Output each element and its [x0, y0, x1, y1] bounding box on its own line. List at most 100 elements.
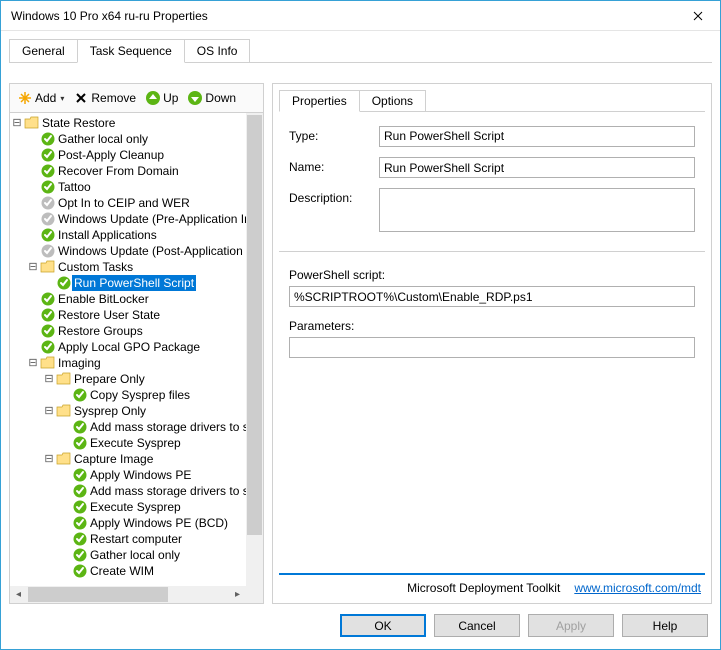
- status-icon: [40, 147, 56, 163]
- type-label: Type:: [289, 126, 379, 143]
- status-icon: [40, 323, 56, 339]
- subtab-options[interactable]: Options: [359, 90, 426, 112]
- status-icon: [40, 131, 56, 147]
- apply-button: Apply: [528, 614, 614, 637]
- tree-row[interactable]: Run PowerShell Script: [10, 275, 263, 291]
- tab-general[interactable]: General: [9, 39, 78, 63]
- tree-row[interactable]: Add mass storage drivers to sysprep: [10, 483, 263, 499]
- tree-row[interactable]: ⊟ Custom Tasks: [10, 259, 263, 275]
- status-icon: [72, 563, 88, 579]
- titlebar: Windows 10 Pro x64 ru-ru Properties: [1, 1, 720, 31]
- ok-button[interactable]: OK: [340, 614, 426, 637]
- left-pane: Add ▾ Remove Up: [9, 83, 264, 604]
- tree-toggle[interactable]: ⊟: [42, 404, 56, 418]
- tree-label: Add mass storage drivers to sysprep: [88, 419, 263, 435]
- status-icon: [72, 531, 88, 547]
- close-icon: [693, 11, 703, 21]
- main-tabs: General Task Sequence OS Info: [1, 31, 720, 63]
- cancel-button[interactable]: Cancel: [434, 614, 520, 637]
- tree-toggle[interactable]: ⊟: [26, 356, 40, 370]
- tree-toggle[interactable]: ⊟: [10, 116, 24, 130]
- dropdown-icon: ▾: [60, 94, 64, 103]
- task-sequence-panel: Add ▾ Remove Up: [9, 62, 712, 604]
- status-icon: [40, 339, 56, 355]
- tree-label: Prepare Only: [72, 371, 147, 387]
- tree-toggle[interactable]: ⊟: [26, 260, 40, 274]
- tree-row[interactable]: Restart computer: [10, 531, 263, 547]
- tree-row[interactable]: Recover From Domain: [10, 163, 263, 179]
- tree-toggle[interactable]: ⊟: [42, 452, 56, 466]
- horizontal-scrollbar[interactable]: ◂▸: [10, 586, 246, 603]
- folder-icon: [40, 355, 56, 371]
- tree-row[interactable]: ⊟State Restore: [10, 115, 263, 131]
- tree-label: Custom Tasks: [56, 259, 135, 275]
- tree-row[interactable]: Tattoo: [10, 179, 263, 195]
- tree-row[interactable]: ⊟ Prepare Only: [10, 371, 263, 387]
- remove-label: Remove: [91, 91, 136, 105]
- tab-os-info[interactable]: OS Info: [184, 39, 251, 63]
- script-input[interactable]: [289, 286, 695, 307]
- tree-row[interactable]: Opt In to CEIP and WER: [10, 195, 263, 211]
- product-link[interactable]: www.microsoft.com/mdt: [574, 581, 701, 595]
- up-button[interactable]: Up: [142, 89, 182, 107]
- tree-row[interactable]: Add mass storage drivers to sysprep: [10, 419, 263, 435]
- tree-row[interactable]: Apply Windows PE (BCD): [10, 515, 263, 531]
- footer-bar: Microsoft Deployment Toolkit www.microso…: [279, 573, 705, 597]
- status-icon: [72, 435, 88, 451]
- description-input[interactable]: [379, 188, 695, 232]
- tree-row[interactable]: Windows Update (Pre-Application Installa…: [10, 211, 263, 227]
- tree-container: ⊟State RestoreGather local onlyPost-Appl…: [9, 113, 264, 604]
- tree-row[interactable]: ⊟Sysprep Only: [10, 403, 263, 419]
- tree-row[interactable]: Windows Update (Post-Application Install…: [10, 243, 263, 259]
- close-button[interactable]: [675, 1, 720, 30]
- up-icon: [146, 91, 160, 105]
- tree-label: Gather local only: [88, 547, 182, 563]
- add-label: Add: [35, 91, 56, 105]
- tree-row[interactable]: Apply Local GPO Package: [10, 339, 263, 355]
- status-icon: [72, 483, 88, 499]
- tab-task-sequence[interactable]: Task Sequence: [77, 39, 185, 63]
- help-button[interactable]: Help: [622, 614, 708, 637]
- task-tree[interactable]: ⊟State RestoreGather local onlyPost-Appl…: [10, 113, 263, 603]
- tree-row[interactable]: Gather local only: [10, 547, 263, 563]
- remove-button[interactable]: Remove: [70, 89, 140, 107]
- status-icon: [40, 243, 56, 259]
- tree-row[interactable]: Install Applications: [10, 227, 263, 243]
- status-icon: [72, 467, 88, 483]
- tree-label: Execute Sysprep: [88, 499, 183, 515]
- status-icon: [72, 499, 88, 515]
- tree-label: Windows Update (Pre-Application Installa…: [56, 211, 263, 227]
- tree-row[interactable]: Copy Sysprep files: [10, 387, 263, 403]
- vertical-scrollbar[interactable]: [246, 113, 263, 586]
- tree-row[interactable]: Post-Apply Cleanup: [10, 147, 263, 163]
- status-icon: [40, 307, 56, 323]
- up-label: Up: [163, 91, 178, 105]
- tree-row[interactable]: Gather local only: [10, 131, 263, 147]
- name-input[interactable]: [379, 157, 695, 178]
- dialog-buttons: OK Cancel Apply Help: [1, 606, 720, 649]
- parameters-input[interactable]: [289, 337, 695, 358]
- tree-toggle[interactable]: ⊟: [42, 372, 56, 386]
- tree-row[interactable]: Apply Windows PE: [10, 467, 263, 483]
- add-button[interactable]: Add ▾: [14, 89, 68, 107]
- tree-row[interactable]: Restore User State: [10, 307, 263, 323]
- tree-row[interactable]: Enable BitLocker: [10, 291, 263, 307]
- tree-label: Restart computer: [88, 531, 184, 547]
- window-title: Windows 10 Pro x64 ru-ru Properties: [11, 9, 208, 23]
- tree-row[interactable]: Create WIM: [10, 563, 263, 579]
- tree-label: Recover From Domain: [56, 163, 181, 179]
- status-icon: [56, 275, 72, 291]
- type-field: Run PowerShell Script: [379, 126, 695, 147]
- tree-label: Install Applications: [56, 227, 159, 243]
- tree-row[interactable]: ⊟Capture Image: [10, 451, 263, 467]
- tree-row[interactable]: ⊟Imaging: [10, 355, 263, 371]
- tree-row[interactable]: Execute Sysprep: [10, 435, 263, 451]
- right-pane: Properties Options Type: Run PowerShell …: [272, 83, 712, 604]
- status-icon: [40, 211, 56, 227]
- tree-row[interactable]: Restore Groups: [10, 323, 263, 339]
- description-label: Description:: [289, 188, 379, 205]
- subtabs: Properties Options: [273, 84, 711, 112]
- tree-row[interactable]: Execute Sysprep: [10, 499, 263, 515]
- down-button[interactable]: Down: [184, 89, 240, 107]
- subtab-properties[interactable]: Properties: [279, 90, 360, 112]
